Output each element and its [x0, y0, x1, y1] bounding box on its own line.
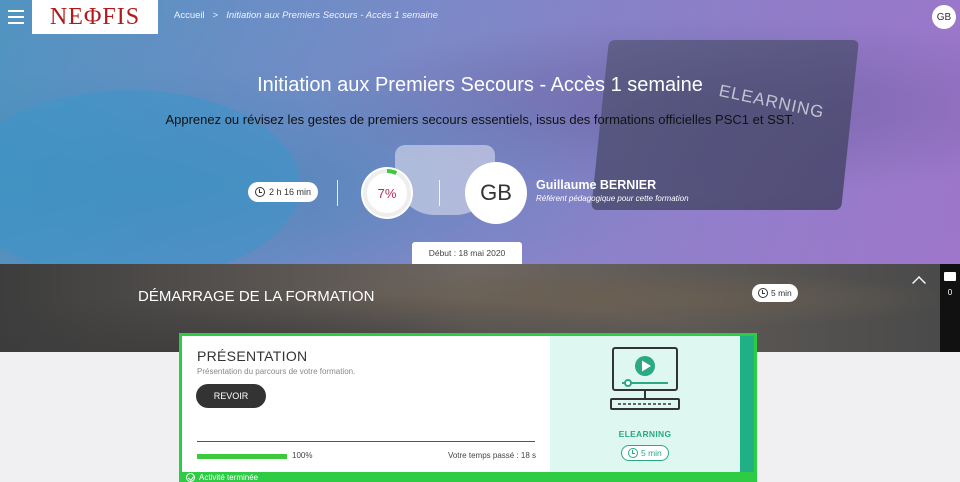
activity-info: PRÉSENTATION Présentation du parcours de…	[182, 336, 550, 480]
clock-icon	[628, 448, 638, 458]
activity-type-label: ELEARNING	[618, 429, 672, 439]
start-date: Début : 18 mai 2020	[412, 242, 522, 264]
activity-description: Présentation du parcours de votre format…	[197, 367, 356, 376]
course-duration-value: 2 h 16 min	[269, 187, 312, 197]
activity-divider	[197, 441, 535, 442]
trainer-role: Référent pédagogique pour cette formatio…	[536, 194, 689, 203]
section-duration-value: 5 min	[771, 288, 792, 298]
activity-status-bar: Activité terminée	[182, 472, 754, 482]
menu-icon[interactable]	[0, 0, 32, 34]
section-title: DÉMARRAGE DE LA FORMATION	[138, 288, 375, 305]
section-duration: 5 min	[752, 284, 798, 302]
clock-icon	[758, 288, 768, 298]
comments-panel[interactable]: 0	[940, 264, 960, 352]
course-progress: 7%	[361, 167, 413, 219]
trainer-avatar: GB	[465, 162, 527, 224]
activity-status: Activité terminée	[199, 473, 259, 482]
progress-percent: 7%	[377, 185, 397, 201]
divider	[439, 180, 440, 206]
activity-progress-bar	[197, 454, 287, 459]
user-avatar[interactable]: GB	[932, 5, 956, 29]
breadcrumb-current: Initiation aux Premiers Secours - Accès …	[226, 10, 439, 21]
top-bar: NEΦFIS Accueil > Initiation aux Premiers…	[0, 0, 960, 34]
activity-progress-label: 100%	[292, 451, 313, 460]
breadcrumb-home[interactable]: Accueil	[174, 10, 205, 21]
activity-duration: 5 min	[621, 445, 669, 461]
page-subtitle: Apprenez ou révisez les gestes de premie…	[165, 112, 795, 127]
breadcrumb: Accueil > Initiation aux Premiers Secour…	[174, 10, 438, 21]
breadcrumb-separator: >	[212, 10, 219, 21]
activity-card[interactable]: PRÉSENTATION Présentation du parcours de…	[179, 333, 757, 482]
time-spent: Votre temps passé : 18 s	[447, 451, 536, 460]
comment-count: 0	[947, 288, 953, 297]
logo[interactable]: NEΦFIS	[32, 0, 158, 34]
activity-progress-fill	[197, 454, 287, 459]
computer-play-icon	[610, 347, 680, 410]
activity-accent-strip	[740, 336, 754, 472]
course-duration: 2 h 16 min	[248, 182, 319, 202]
activity-type-panel: ELEARNING 5 min	[550, 336, 740, 472]
revoir-button[interactable]: REVOIR	[196, 384, 266, 408]
divider	[337, 180, 338, 206]
comment-icon[interactable]	[944, 272, 956, 281]
page-title: Initiation aux Premiers Secours - Accès …	[257, 74, 703, 96]
activity-title: PRÉSENTATION	[197, 348, 308, 364]
trainer-name: Guillaume BERNIER	[536, 178, 657, 192]
hero-banner: ELEARNING	[0, 0, 960, 264]
clock-icon	[255, 187, 265, 197]
activity-duration-value: 5 min	[641, 448, 662, 458]
check-circle-icon	[186, 473, 195, 482]
